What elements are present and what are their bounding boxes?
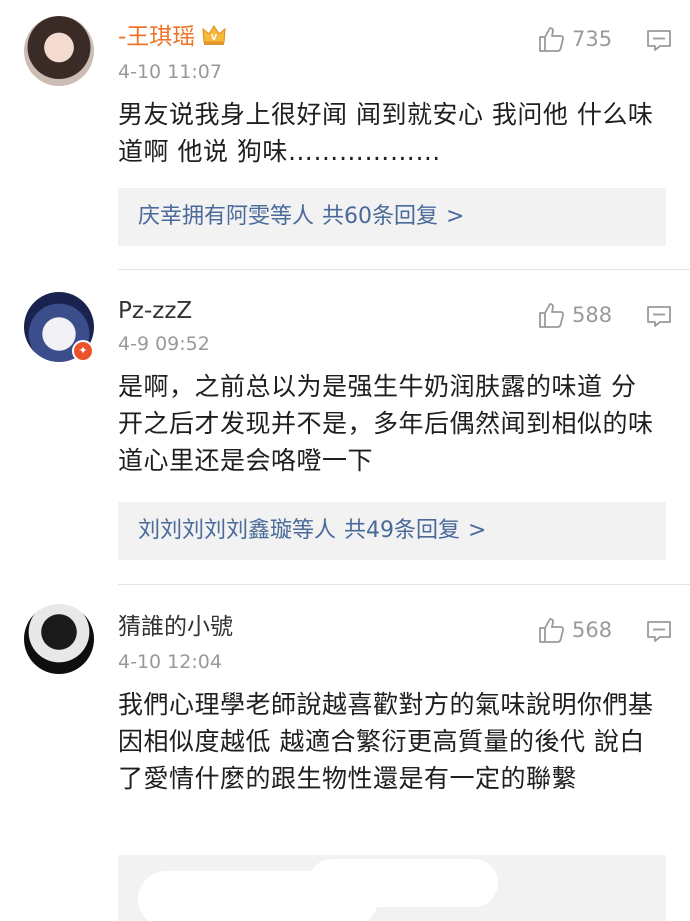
blur-mask (308, 859, 498, 907)
replies-link[interactable] (118, 855, 666, 921)
thumbs-up-icon (539, 618, 565, 643)
reply-bubble-icon[interactable] (645, 302, 673, 330)
like-count: 735 (572, 27, 613, 51)
thumbs-up-icon (539, 303, 565, 328)
like-button[interactable]: 568 (536, 613, 612, 647)
avatar[interactable] (24, 604, 94, 674)
username-text[interactable]: -王琪瑶 (118, 24, 195, 50)
chevron-right-icon: > (468, 518, 487, 543)
verified-badge-icon: ✦ (72, 340, 94, 362)
comment-content: 男友说我身上很好闻 闻到就安心 我问他 什么味道啊 他说 狗味……………… (118, 100, 654, 166)
comment-time: 4-9 09:52 (118, 333, 210, 355)
thumbs-up-icon (539, 27, 565, 52)
avatar[interactable] (24, 16, 94, 86)
replies-link[interactable]: 庆幸拥有阿雯等人 共60条回复 > (118, 188, 666, 246)
comment-username[interactable]: 猜誰的小號 (118, 612, 233, 642)
divider (118, 269, 690, 270)
divider (118, 584, 690, 585)
svg-text:V: V (211, 33, 218, 42)
replies-link[interactable]: 刘刘刘刘刘鑫璇等人 共49条回复 > (118, 502, 666, 560)
reply-users: 刘刘刘刘刘鑫璇等人 (138, 518, 337, 543)
comment-username[interactable]: Pz-zzZ (118, 296, 192, 326)
chevron-right-icon: > (446, 204, 465, 229)
comment-time: 4-10 11:07 (118, 61, 222, 83)
reply-users: 庆幸拥有阿雯等人 (138, 204, 315, 229)
like-button[interactable]: 735 (536, 22, 612, 56)
reply-bubble-icon[interactable] (645, 617, 673, 645)
comment-content: 我們心理學老師說越喜歡對方的氣味說明你們基因相似度越低 越適合繁衍更高質量的後代… (118, 690, 654, 793)
like-count: 588 (572, 303, 613, 327)
comment-content: 是啊，之前总以为是强生牛奶润肤露的味道 分开之后才发现并不是，多年后偶然闻到相似… (118, 372, 654, 475)
reply-bubble-icon[interactable] (645, 26, 673, 54)
comment-time: 4-10 12:04 (118, 651, 222, 673)
like-count: 568 (572, 618, 613, 642)
crown-icon: V (202, 24, 227, 45)
comment-username[interactable]: -王琪瑶 V (118, 22, 227, 52)
like-button[interactable]: 588 (536, 298, 612, 332)
reply-count: 共60条回复 (322, 204, 439, 229)
reply-count: 共49条回复 (344, 518, 461, 543)
